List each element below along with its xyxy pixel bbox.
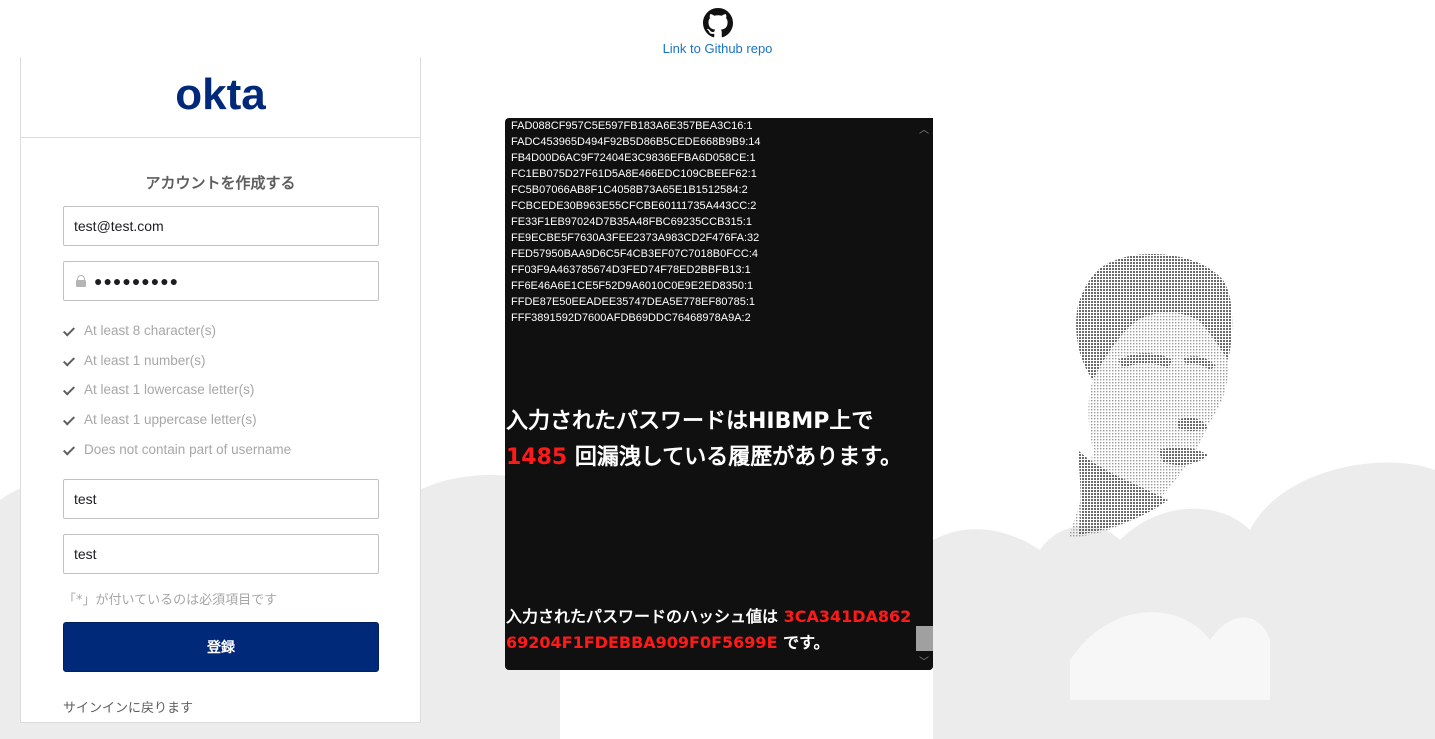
requirement-label: At least 1 number(s)	[84, 353, 206, 368]
scrollbar-thumb[interactable]	[916, 626, 933, 651]
card-header: okta	[21, 57, 420, 138]
first-name-field[interactable]: test	[63, 479, 379, 519]
password-field[interactable]: ●●●●●●●●●	[63, 261, 379, 301]
hash-line: FE9ECBE5F7630A3FEE2373A983CD2F476FA:32	[511, 232, 760, 244]
requirement-label: Does not contain part of username	[84, 442, 292, 457]
requirement-item: At least 1 uppercase letter(s)	[63, 412, 257, 427]
leak-suffix: 回漏洩している履歴があります。	[567, 445, 903, 470]
leak-count-message: 入力されたパスワードはHIBMP上で 1485 回漏洩している履歴があります。	[506, 404, 906, 476]
lock-icon	[76, 275, 86, 287]
check-icon	[63, 354, 77, 368]
portrait-illustration	[1068, 253, 1233, 538]
scroll-up-icon[interactable]: ︿	[919, 121, 929, 136]
back-to-signin-link[interactable]: サインインに戻ります	[63, 697, 193, 716]
required-fields-note: 「*」が付いているのは必須項目です	[63, 593, 278, 608]
hash-line: FB4D00D6AC9F72404E3C9836EFBA6D058CE:1	[511, 152, 756, 164]
requirement-item: Does not contain part of username	[63, 442, 291, 457]
registration-card: okta アカウントを作成する test@test.com ●●●●●●●●● …	[20, 57, 421, 723]
hash-value-message: 入力されたパスワードのハッシュ値は 3CA341DA86269204F1FDEB…	[506, 604, 916, 656]
leak-count: 1485	[506, 445, 568, 470]
hash-line: FF6E46A6E1CE5F52D9A6010C0E9E2ED8350:1	[511, 280, 754, 292]
requirement-item: At least 8 character(s)	[63, 323, 216, 338]
hash-line: FF03F9A463785674D3FED74F78ED2BBFB13:1	[511, 264, 751, 276]
github-icon[interactable]	[702, 8, 733, 38]
hash-line: FADC453965D494F92B5D86B5CEDE668B9B9:14	[511, 136, 761, 148]
password-mask: ●●●●●●●●●	[94, 273, 180, 289]
hash-line: FFDE87E50EEADEE35747DEA5E778EF80785:1	[511, 296, 755, 308]
check-icon	[63, 383, 77, 397]
okta-logo: okta	[175, 70, 266, 119]
hash-line: FC5B07066AB8F1C4058B73A65E1B1512584:2	[511, 184, 748, 196]
check-icon	[63, 413, 77, 427]
hash-prefix: 入力されたパスワードのハッシュ値は	[506, 607, 784, 626]
last-name-field[interactable]: test	[63, 534, 379, 574]
hash-line: FC1EB075D27F61D5A8E466EDC109CBEEF62:1	[511, 168, 757, 180]
check-icon	[63, 324, 77, 338]
hash-list: FAD088CF957C5E597FB183A6E357BEA3C16:1 FA…	[511, 118, 761, 326]
requirement-label: At least 1 uppercase letter(s)	[84, 412, 257, 427]
requirement-label: At least 8 character(s)	[84, 323, 217, 338]
scroll-down-icon[interactable]: ﹀	[919, 653, 929, 668]
card-title: アカウントを作成する	[145, 174, 296, 192]
hash-line: FAD088CF957C5E597FB183A6E357BEA3C16:1	[511, 120, 753, 132]
register-button[interactable]: 登録	[63, 622, 379, 672]
hibp-result-panel: FAD088CF957C5E597FB183A6E357BEA3C16:1 FA…	[505, 118, 933, 670]
hash-suffix: です。	[777, 633, 830, 652]
requirement-label: At least 1 lowercase letter(s)	[84, 382, 255, 397]
scrollbar[interactable]: ︿ ﹀	[916, 118, 933, 670]
hash-line: FED57950BAA9D6C5F4CB3EF07C7018B0FCC:4	[511, 248, 759, 260]
leak-prefix: 入力されたパスワードはHIBMP上で	[506, 409, 874, 434]
email-field[interactable]: test@test.com	[63, 206, 379, 246]
hash-line: FFF3891592D7600AFDB69DDC76468978A9A:2	[511, 312, 751, 324]
github-header: Link to Github repo	[0, 8, 1435, 57]
hash-line: FE33F1EB97024D7B35A48FBC69235CCB315:1	[511, 216, 752, 228]
github-repo-link[interactable]: Link to Github repo	[663, 41, 773, 56]
requirement-item: At least 1 number(s)	[63, 353, 206, 368]
hash-line: FCBCEDE30B963E55CFCBE60111735A443CC:2	[511, 200, 757, 212]
requirement-item: At least 1 lowercase letter(s)	[63, 382, 254, 397]
check-icon	[63, 443, 77, 457]
